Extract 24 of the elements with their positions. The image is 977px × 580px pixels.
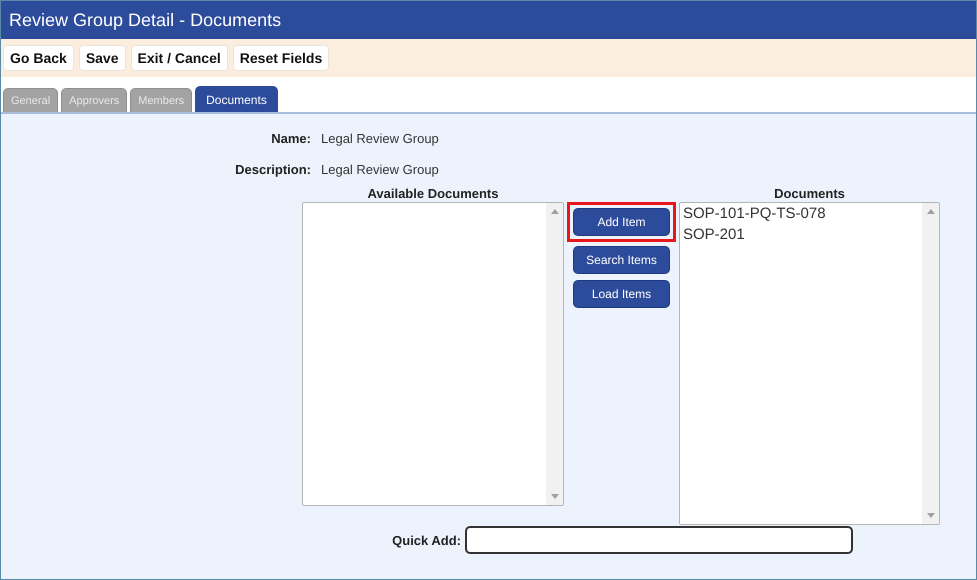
tab[interactable]: Documents bbox=[195, 86, 278, 112]
action-button[interactable]: Search Items bbox=[573, 246, 670, 274]
field-value: Legal Review Group bbox=[321, 131, 439, 146]
toolbar-button[interactable]: Save bbox=[78, 45, 126, 71]
field-label: Quick Add: bbox=[391, 532, 461, 548]
scroll-up-icon[interactable] bbox=[926, 209, 934, 214]
action-button[interactable]: Load Items bbox=[573, 280, 670, 308]
list-item[interactable]: SOP-101-PQ-TS-078 bbox=[683, 203, 919, 224]
toolbar-button[interactable]: Go Back bbox=[3, 45, 74, 71]
scroll-up-icon[interactable] bbox=[550, 209, 558, 214]
field-label: Name: bbox=[270, 131, 311, 146]
toolbar-button[interactable]: Reset Fields bbox=[232, 45, 330, 71]
scroll-down-icon[interactable] bbox=[550, 494, 558, 499]
list-heading: Documents bbox=[773, 186, 846, 202]
input-field[interactable] bbox=[465, 526, 853, 554]
list-item[interactable]: SOP-201 bbox=[683, 224, 919, 245]
field-label: Description: bbox=[234, 162, 311, 177]
action-button[interactable]: Add Item bbox=[573, 208, 670, 236]
scroll-down-icon[interactable] bbox=[926, 513, 934, 518]
list-heading: Available Documents bbox=[366, 186, 500, 202]
field-value: Legal Review Group bbox=[321, 162, 439, 177]
toolbar-button[interactable]: Exit / Cancel bbox=[130, 45, 228, 71]
window-title: Review Group Detail - Documents bbox=[9, 10, 282, 30]
list-box[interactable]: SOP-101-PQ-TS-078 SOP-201 bbox=[679, 202, 940, 525]
